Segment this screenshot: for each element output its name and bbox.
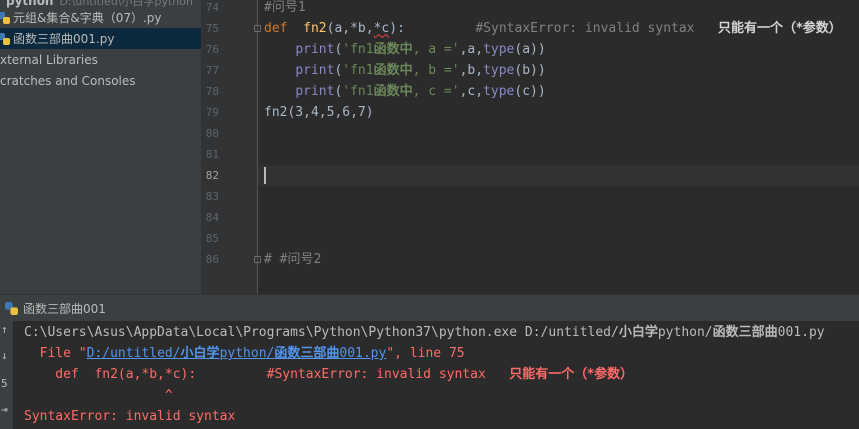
line-number: 81: [205, 148, 219, 161]
python-run-icon: [5, 302, 18, 315]
cmd-cn2: 函数三部曲: [712, 325, 778, 340]
builtin-type: type: [483, 63, 515, 78]
file-prefix: File ": [24, 346, 87, 361]
keyword-def: def: [264, 21, 288, 36]
console-toolbar: ↑ ↓ 5 ⇥: [0, 321, 13, 429]
err-note: 只能有一个（*参数）: [509, 367, 634, 382]
args-pre: ,b,: [459, 63, 484, 78]
cmd-end: 001.py: [777, 325, 825, 340]
code-line-79: fn2(3,4,5,6,7): [264, 105, 374, 120]
file-link-cn2: 函数三部曲: [274, 346, 340, 361]
tree-item-file-001[interactable]: 函数三部曲001.py: [0, 28, 201, 49]
cmd-path: C:\Users\Asus\AppData\Local\Programs\Pyt…: [24, 325, 619, 340]
tree-item-label: cratches and Consoles: [0, 73, 136, 88]
scroll-to-end-icon[interactable]: ⇥: [1, 403, 8, 416]
tree-item-scratches[interactable]: cratches and Consoles: [0, 70, 201, 91]
cmd-mid: python/: [657, 325, 713, 340]
line-number: 78: [205, 85, 219, 98]
builtin-print: print: [295, 63, 335, 78]
line-number: 76: [205, 43, 219, 56]
soft-wrap-icon[interactable]: 5: [1, 377, 8, 390]
line-number: 86: [205, 253, 219, 266]
tree-item-external-libraries[interactable]: xternal Libraries: [0, 49, 201, 70]
run-tab[interactable]: 函数三部曲001: [0, 295, 106, 322]
args-pre: ,c,: [459, 84, 484, 99]
project-tree-panel: python D:\untitled\小白学python 元组&集合&字典（07…: [0, 0, 201, 294]
fold-icon[interactable]: [254, 25, 261, 32]
inline-comment: #SyntaxError: invalid syntax: [475, 21, 695, 36]
console-error-message: SyntaxError: invalid syntax: [24, 409, 236, 424]
file-link[interactable]: D:/untitled/小白学python/函数三部曲001.py: [87, 346, 387, 361]
fold-icon[interactable]: [254, 256, 261, 263]
builtin-type: type: [483, 42, 515, 57]
tree-item-label: xternal Libraries: [0, 52, 98, 67]
code-line-78: print('fn1函数中, c =',c,type(c)): [295, 84, 546, 99]
tree-item-label: 函数三部曲001.py: [13, 32, 115, 46]
inline-note: 只能有一个（*参数）: [718, 21, 842, 36]
line-number: 82: [205, 169, 219, 182]
builtin-print: print: [295, 84, 335, 99]
run-tool-window-header: 函数三部曲001: [0, 294, 859, 321]
syntax-error-token: *c: [373, 21, 390, 36]
line-number: 79: [205, 106, 219, 119]
string-cn: 函数中: [373, 84, 413, 99]
console-caret: ^: [24, 388, 173, 403]
tree-item-file-07[interactable]: 元组&集合&字典（07）.py: [0, 7, 201, 28]
scroll-up-icon[interactable]: ↑: [1, 323, 8, 336]
args-post: (b)): [514, 63, 546, 78]
python-file-icon: [0, 11, 10, 24]
line-number: 75: [205, 22, 219, 35]
run-tab-label: 函数三部曲001: [23, 302, 106, 316]
console-traceback-file: File "D:/untitled/小白学python/函数三部曲001.py"…: [24, 343, 465, 364]
string-rest: , a =': [412, 42, 460, 57]
tree-item-label: 元组&集合&字典（07）.py: [13, 11, 162, 25]
file-link-mid: python/: [219, 346, 275, 361]
code-editor[interactable]: 74 75 76 77 78 79 80 81 82 83 84 85 86 #…: [201, 0, 859, 294]
cmd-cn1: 小白学: [618, 325, 658, 340]
console-command-line: C:\Users\Asus\AppData\Local\Programs\Pyt…: [24, 322, 825, 343]
current-line-highlight: [201, 165, 859, 186]
string-open: 'fn1: [342, 84, 374, 99]
builtin-type: type: [483, 84, 515, 99]
line-number: 83: [205, 190, 219, 203]
params-pre: (a,*b,: [326, 21, 374, 36]
args-post: (a)): [514, 42, 546, 57]
string-open: 'fn1: [342, 63, 374, 78]
string-rest: , b =': [412, 63, 460, 78]
gutter-separator: [257, 0, 258, 294]
console-error-code: def fn2(a,*b,*c): #SyntaxError: invalid …: [24, 364, 633, 385]
scroll-down-icon[interactable]: ↓: [1, 349, 8, 362]
code-line-75: def fn2(a,*b,*c): #SyntaxError: invalid …: [264, 18, 842, 39]
code-line-74: #问号1: [264, 0, 306, 15]
line-number: 85: [205, 232, 219, 245]
code-line-86: # #问号2: [264, 252, 322, 267]
python-file-icon: [0, 32, 10, 45]
params-post: ):: [389, 21, 405, 36]
file-link-cn1: 小白学: [180, 346, 220, 361]
code-line-77: print('fn1函数中, b =',b,type(b)): [295, 63, 546, 78]
file-suffix: ", line 75: [386, 346, 465, 361]
string-cn: 函数中: [373, 42, 413, 57]
line-number: 77: [205, 64, 219, 77]
function-name: fn2: [303, 21, 327, 36]
string-open: 'fn1: [342, 42, 374, 57]
args-post: (c)): [514, 84, 546, 99]
string-rest: , c =': [412, 84, 460, 99]
err-code: def fn2(a,*b,*c): #SyntaxError: invalid …: [24, 367, 510, 382]
string-cn: 函数中: [373, 63, 413, 78]
builtin-print: print: [295, 42, 335, 57]
code-line-76: print('fn1函数中, a =',a,type(a)): [295, 42, 546, 57]
text-cursor: [264, 167, 266, 184]
file-link-end: 001.py: [339, 346, 387, 361]
line-number: 84: [205, 211, 219, 224]
run-console[interactable]: ↑ ↓ 5 ⇥ C:\Users\Asus\AppData\Local\Prog…: [0, 321, 859, 429]
line-number: 80: [205, 127, 219, 140]
args-pre: ,a,: [459, 42, 484, 57]
line-number: 74: [205, 1, 219, 14]
file-link-pre: D:/untitled/: [86, 346, 181, 361]
